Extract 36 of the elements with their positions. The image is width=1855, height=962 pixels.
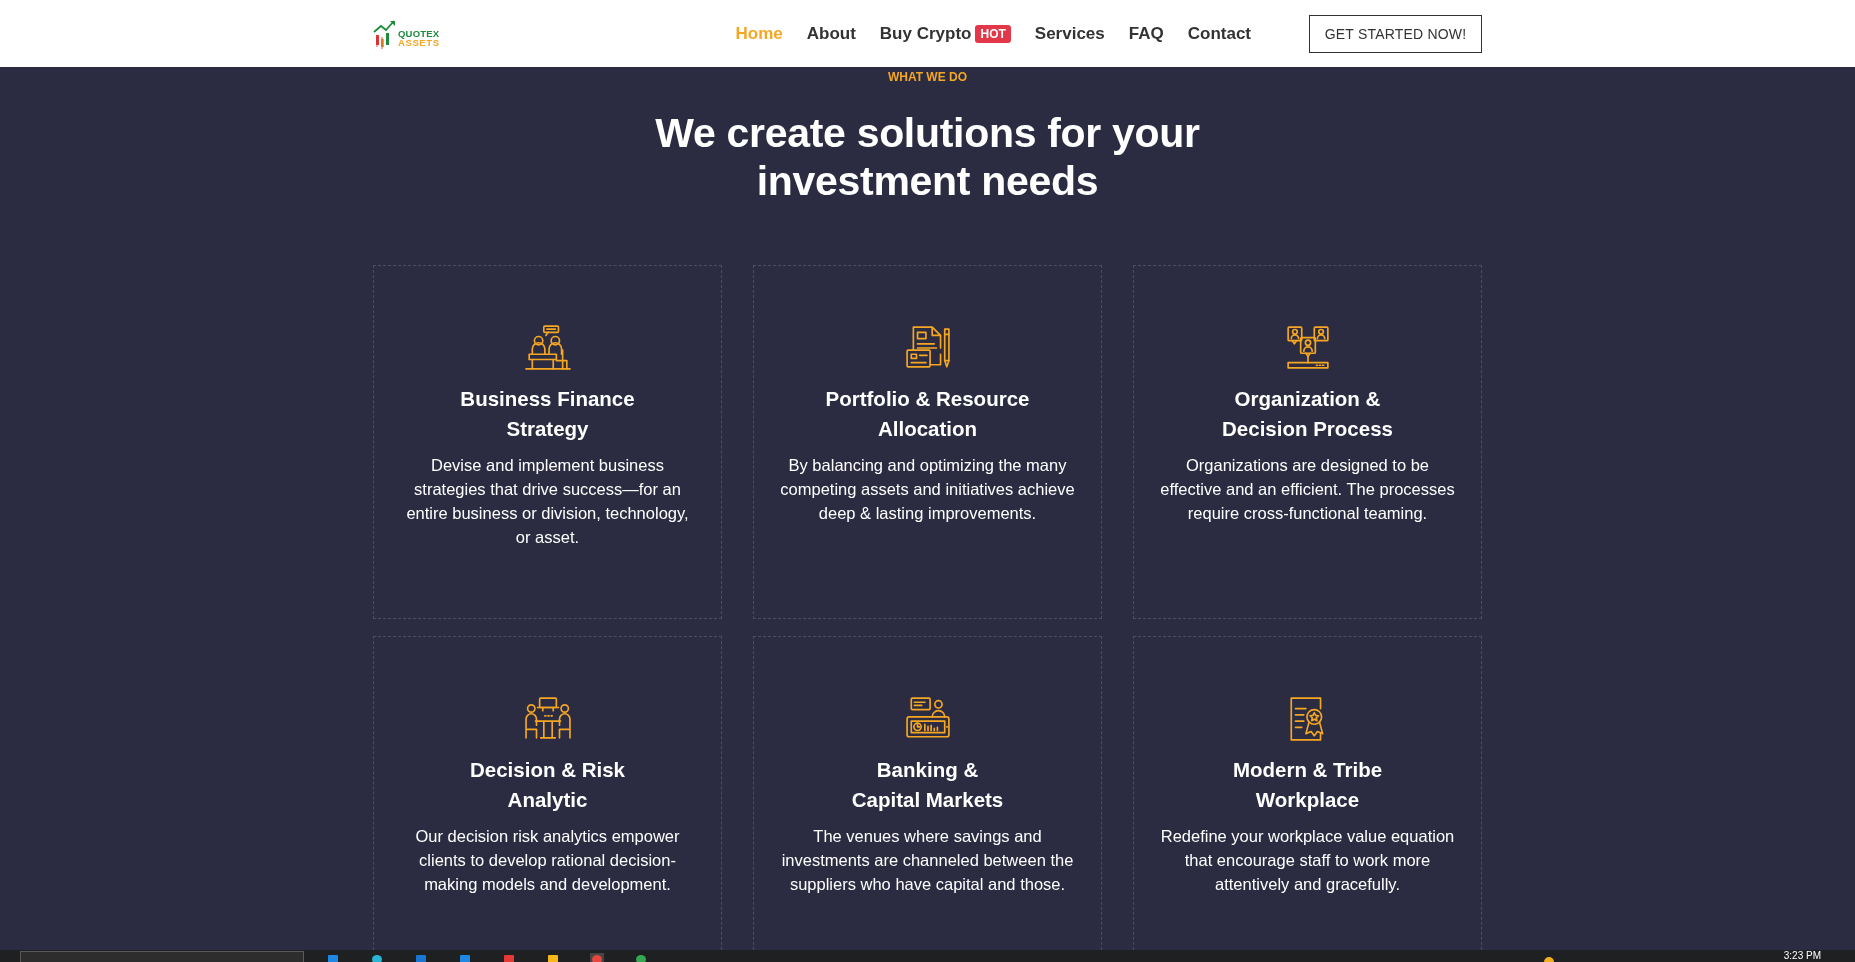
card-title: Portfolio & Resource Allocation (825, 386, 1030, 442)
nav-link[interactable]: Contact (1187, 23, 1251, 44)
logo-text: ASSETS (398, 37, 440, 47)
card-title: Banking & Capital Markets (851, 757, 1004, 813)
desk-meeting-icon (524, 325, 571, 371)
card-description: Organizations are designed to be effective and an efficient. The processes require cross-functional teaming. (1159, 455, 1456, 524)
card-title: Organization & Decision Process (1222, 386, 1393, 442)
nav-link[interactable]: Buy Crypto HOT (879, 23, 1011, 44)
logo-text: QUOTEX (398, 28, 440, 38)
card-description: Devise and implement business strategies that drive success—for an entire business or division, technology, or asset. (405, 455, 690, 548)
taskbar-app-icon[interactable] (502, 953, 516, 962)
card-title: Decision & Risk Analytic (470, 757, 625, 813)
nav-link[interactable]: About (806, 23, 856, 44)
section-heading: We create solutions for your investment needs (655, 109, 1200, 205)
taskbar-app-icon[interactable] (458, 953, 472, 962)
taskbar-clock: 3:23 PM (1783, 950, 1821, 962)
table-meeting-icon (524, 696, 571, 742)
hot-badge: HOT (975, 24, 1011, 43)
card-description: The venues where savings and investments are channeled between the suppliers who have capital and those. (780, 826, 1075, 895)
get-started-button[interactable]: GET STARTED NOW! (1309, 14, 1482, 53)
card-description: Redefine your workplace value equation that encourage staff to work more attentively and gracefully. (1159, 826, 1456, 895)
people-board-icon (1284, 325, 1331, 371)
taskbar-app-icon[interactable] (326, 953, 340, 962)
taskbar-app-icon[interactable] (370, 953, 384, 962)
section-eyebrow: WHAT WE DO (887, 69, 968, 85)
chart-arrow-icon (373, 18, 397, 49)
card-title: Business Finance Strategy (460, 386, 635, 442)
card-description: By balancing and optimizing the many competing assets and initiatives achieve deep & lasting improvements. (779, 455, 1076, 524)
document-pen-icon (904, 325, 951, 371)
nav-link[interactable]: Services (1034, 23, 1105, 44)
card-description: Our decision risk analytics empower clients to develop rational decision-making models and development. (414, 826, 681, 895)
taskbar-app-icon[interactable] (634, 953, 648, 962)
taskbar-app-icon[interactable] (546, 953, 560, 962)
nav-link[interactable]: FAQ (1128, 23, 1164, 44)
card-title: Modern & Tribe Workplace (1232, 757, 1383, 813)
taskbar-search-field[interactable] (20, 951, 304, 962)
